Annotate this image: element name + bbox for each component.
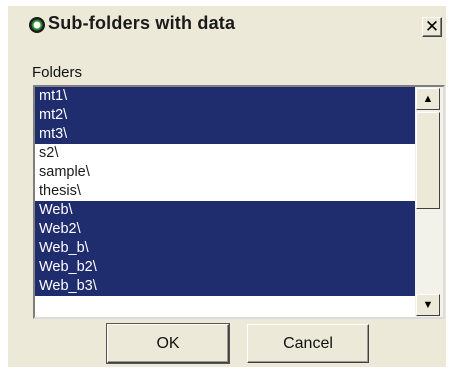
folder-item[interactable]: sample\	[35, 163, 415, 182]
scroll-up-button[interactable]: ▲	[416, 88, 440, 110]
sub-folders-dialog: Sub-folders with data ✕ Folders mt1\ mt2\…	[8, 6, 446, 367]
close-icon: ✕	[424, 17, 440, 36]
folder-list[interactable]: mt1\ mt2\ mt3\ s2\ sample\ thesis\ Web\ Web2\ We…	[35, 87, 415, 317]
folder-item[interactable]: Web2\	[35, 220, 415, 239]
folders-label: Folders	[32, 64, 83, 81]
vertical-scrollbar[interactable]: ▲ ▼	[415, 87, 443, 317]
folder-item[interactable]: thesis\	[35, 182, 415, 201]
cancel-button[interactable]: Cancel	[247, 324, 369, 363]
title-bar[interactable]: Sub-folders with data ✕	[8, 6, 446, 44]
close-button[interactable]: ✕	[422, 17, 442, 37]
folder-item[interactable]: Web_b2\	[35, 258, 415, 277]
cancel-button-label: Cancel	[283, 335, 333, 352]
folders-listbox[interactable]: mt1\ mt2\ mt3\ s2\ sample\ thesis\ Web\ Web2\ We…	[33, 85, 445, 319]
folder-item[interactable]: mt1\	[35, 87, 415, 106]
dialog-title: Sub-folders with data	[48, 13, 236, 33]
scroll-down-button[interactable]: ▼	[416, 294, 440, 316]
folder-item[interactable]: mt2\	[35, 106, 415, 125]
folder-item[interactable]: mt3\	[35, 125, 415, 144]
folder-item[interactable]: Web_b\	[35, 239, 415, 258]
folder-item[interactable]: Web\	[35, 201, 415, 220]
app-icon	[29, 17, 45, 33]
arrow-down-icon: ▼	[422, 299, 434, 311]
ok-button[interactable]: OK	[106, 323, 230, 364]
folder-item[interactable]: s2\	[35, 144, 415, 163]
folder-item[interactable]: Web_b3\	[35, 277, 415, 296]
ok-button-label: OK	[156, 335, 180, 352]
scrollbar-thumb[interactable]	[416, 112, 440, 209]
arrow-up-icon: ▲	[422, 93, 434, 105]
